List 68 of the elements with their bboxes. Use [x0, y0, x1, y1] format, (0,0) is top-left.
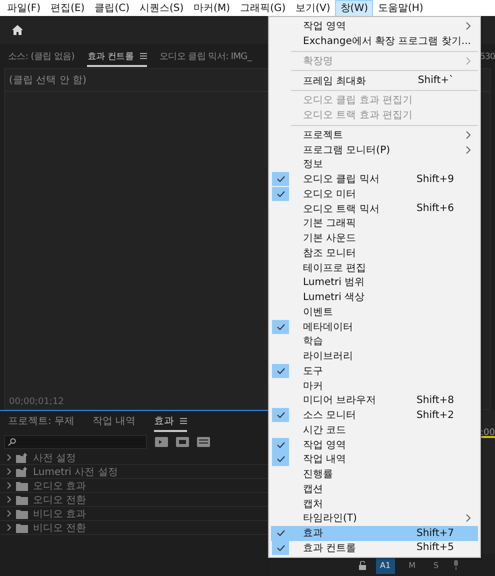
menu-item[interactable]: 도구: [271, 364, 478, 378]
folder-icon: [16, 522, 28, 532]
menu-item[interactable]: 프로그램 모니터(P): [271, 142, 478, 157]
tree-item[interactable]: 오디오 효과: [33, 478, 86, 492]
menu-item[interactable]: 진행률: [271, 466, 478, 482]
timecode: 00;00;01;12: [8, 396, 65, 409]
folder-icon: [16, 494, 28, 504]
menu-item[interactable]: 마커: [271, 378, 478, 393]
preset-folder-icon: [16, 466, 28, 476]
menu-item[interactable]: 시간 코드: [271, 422, 478, 438]
menu-bar-item[interactable]: 시퀀스(S): [134, 0, 189, 16]
menu-item[interactable]: 이벤트: [271, 304, 478, 320]
tree-item[interactable]: 오디오 전환: [33, 492, 86, 506]
menu-item[interactable]: 타임라인(T): [271, 511, 478, 526]
menu-item[interactable]: 미디어 브라우저 Shift+8: [271, 393, 478, 408]
tree-item[interactable]: 비디오 효과: [33, 506, 86, 520]
panel-tab[interactable]: 오디오 클립 믹서: IMG_: [160, 48, 252, 66]
menu-item[interactable]: 오디오 미터: [271, 186, 478, 202]
panel-tab[interactable]: 소스: (클립 없음): [8, 48, 74, 66]
menu-item[interactable]: Lumetri 범위: [271, 275, 478, 290]
preset-folder-icon: [16, 452, 28, 462]
menu-bar-item[interactable]: 그래픽(G): [235, 0, 291, 16]
panel-tab[interactable]: 작업 내역: [92, 412, 136, 432]
menu-item[interactable]: 프로젝트: [271, 128, 478, 142]
panel-tab[interactable]: 효과: [154, 412, 187, 432]
menu-bar-item[interactable]: 파일(F): [2, 0, 46, 16]
search-field[interactable]: [4, 435, 147, 449]
menu-item[interactable]: Lumetri 색상: [271, 290, 478, 304]
menu-item[interactable]: 소스 모니터 Shift+2: [271, 408, 478, 422]
menu-icon[interactable]: [140, 53, 147, 59]
tree-item[interactable]: Lumetri 사전 설정: [33, 464, 118, 478]
panel-tab[interactable]: 530: [480, 52, 495, 62]
menu-item[interactable]: 오디오 트랙 믹서 Shift+6: [271, 201, 478, 216]
menu-item[interactable]: 효과 컨트롤 Shift+5: [271, 540, 478, 556]
microphone-icon[interactable]: [452, 560, 459, 570]
menu-item[interactable]: 작업 영역: [271, 437, 478, 452]
tree-item[interactable]: 사전 설정: [33, 450, 76, 464]
menu-item[interactable]: 메타데이터: [271, 319, 478, 334]
menu-item[interactable]: 작업 내역: [271, 452, 478, 467]
menu-item[interactable]: 오디오 클립 믹서 Shift+9: [271, 172, 478, 186]
track-button[interactable]: S: [429, 556, 443, 574]
menu-bar-item[interactable]: 마커(M): [188, 0, 236, 16]
menu-item[interactable]: 참조 모니터: [271, 246, 478, 260]
menu-item[interactable]: Exchange에서 확장 프로그램 찾기...: [271, 34, 478, 48]
menu-item[interactable]: 효과 Shift+7: [271, 526, 478, 540]
menu-item[interactable]: 기본 그래픽: [271, 216, 478, 231]
menu-icon[interactable]: [180, 418, 187, 424]
menu-bar-item[interactable]: 편집(E): [46, 0, 90, 16]
panel-tab[interactable]: 프로젝트: 무제: [8, 412, 75, 432]
track-button[interactable]: M: [404, 556, 420, 574]
folder-icon: [16, 508, 28, 518]
menu-item[interactable]: 테이프로 편집: [271, 260, 478, 275]
menu-bar-item[interactable]: 도움말(H): [373, 0, 428, 16]
menu-item[interactable]: 캡션: [271, 482, 478, 496]
menu-bar-item[interactable]: 창(W): [335, 0, 373, 16]
home-icon[interactable]: [12, 25, 23, 35]
tree-item[interactable]: 비디오 전환: [33, 520, 86, 534]
search-icon: [8, 438, 16, 446]
menu-bar-item[interactable]: 클립(C): [90, 0, 134, 16]
folder-icon: [16, 480, 28, 490]
menu-item[interactable]: 프레임 최대화 Shift+`: [271, 73, 478, 88]
lock-icon[interactable]: [359, 560, 366, 570]
menu-item[interactable]: 캡처: [271, 496, 478, 511]
menu-item[interactable]: 라이브러리: [271, 348, 478, 364]
menu-item[interactable]: 학습: [271, 334, 478, 349]
menu-item[interactable]: 정보: [271, 157, 478, 172]
menu-bar-item[interactable]: 보기(V): [290, 0, 336, 16]
menu-item[interactable]: 기본 사운드: [271, 230, 478, 246]
